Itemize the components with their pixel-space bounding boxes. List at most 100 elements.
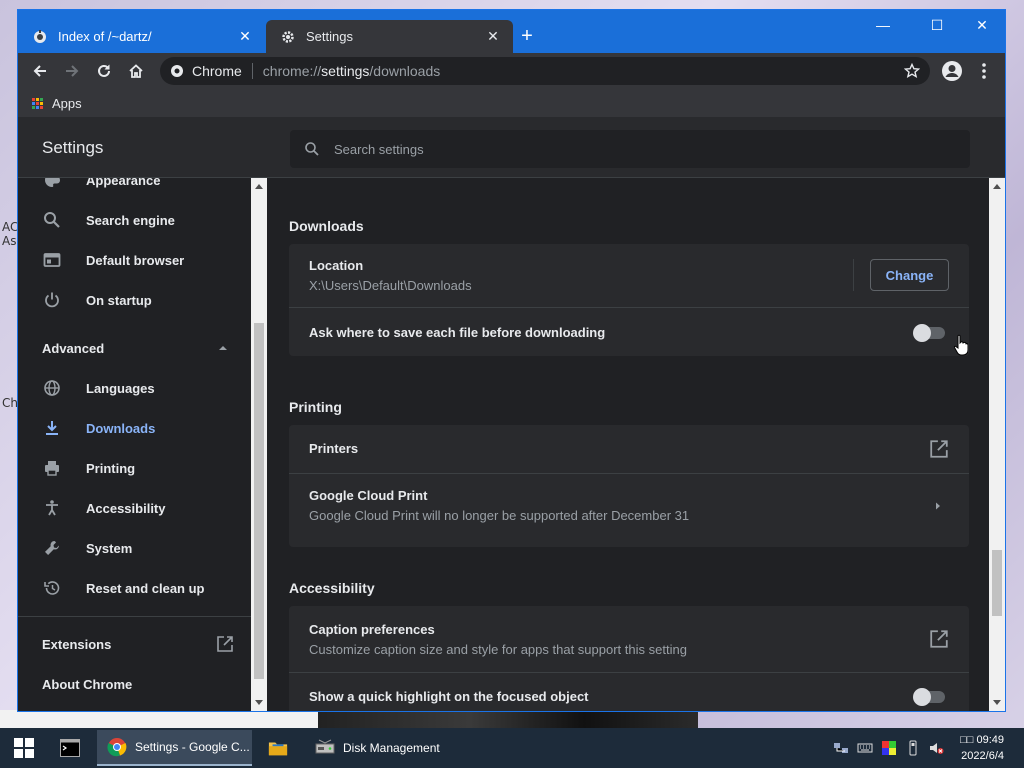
url-host: settings (321, 63, 370, 79)
scroll-thumb[interactable] (992, 550, 1002, 616)
reload-icon (98, 64, 110, 77)
sidebar-item-appearance[interactable]: Appearance (18, 178, 251, 200)
url-text: chrome://settings/downloads (263, 63, 440, 79)
sidebar-item-label: Accessibility (86, 500, 166, 516)
favicon-icon (32, 29, 48, 45)
volume-muted-icon[interactable] (928, 740, 944, 756)
caption-title: Caption preferences (309, 622, 435, 637)
forward-arrow-icon (66, 65, 79, 77)
minimize-button[interactable]: — (860, 10, 906, 40)
ask-where-label: Ask where to save each file before downl… (309, 325, 606, 340)
caret-up-icon (219, 346, 227, 350)
sidebar-item-on-startup[interactable]: On startup (18, 280, 251, 320)
ask-where-row[interactable]: Ask where to save each file before downl… (289, 307, 969, 356)
search-icon (305, 142, 319, 156)
usb-device-icon[interactable] (905, 740, 921, 756)
sidebar-divider (18, 616, 251, 617)
forward-button[interactable] (58, 57, 86, 85)
sidebar-item-downloads[interactable]: Downloads (18, 408, 251, 448)
location-row: Location X:\Users\Default\Downloads Chan… (289, 244, 969, 307)
sidebar-item-languages[interactable]: Languages (18, 368, 251, 408)
clock-date: 2022/6/4 (961, 750, 1004, 762)
scroll-thumb[interactable] (254, 323, 264, 679)
tab-close-icon[interactable]: ✕ (237, 28, 253, 45)
tab-settings[interactable]: Settings ✕ (266, 20, 513, 53)
profile-button[interactable] (938, 57, 966, 85)
scroll-up-arrow-icon[interactable] (255, 184, 263, 189)
sidebar-item-label: Search engine (86, 212, 175, 228)
sidebar-item-extensions[interactable]: Extensions (18, 624, 251, 664)
scroll-up-arrow-icon[interactable] (993, 184, 1001, 189)
sidebar-advanced-toggle[interactable]: Advanced (18, 328, 251, 368)
site-chip[interactable]: Chrome (160, 63, 242, 79)
taskbar-app-chrome[interactable]: Settings - Google C... (97, 730, 252, 766)
highlight-row[interactable]: Show a quick highlight on the focused ob… (289, 672, 969, 711)
sidebar-item-search-engine[interactable]: Search engine (18, 200, 251, 240)
section-title-printing: Printing (289, 399, 342, 415)
cloud-print-row[interactable]: Google Cloud Print Google Cloud Print wi… (289, 473, 969, 537)
sidebar-item-accessibility[interactable]: Accessibility (18, 488, 251, 528)
ask-where-toggle[interactable] (913, 324, 945, 342)
system-clock[interactable]: □□ 09:49 2022/6/4 (950, 732, 1020, 764)
settings-header: Settings (18, 117, 1005, 178)
section-title-downloads: Downloads (289, 218, 364, 234)
bookmark-apps[interactable]: Apps (52, 96, 82, 111)
back-button[interactable] (26, 57, 54, 85)
taskbar-app-label: Settings - Google C... (135, 740, 250, 754)
external-link-icon[interactable] (929, 629, 949, 649)
tab-index-dartz[interactable]: Index of /~dartz/ ✕ (18, 20, 265, 53)
sidebar-item-about[interactable]: About Chrome (18, 664, 251, 704)
sidebar-item-label: Downloads (86, 420, 156, 436)
download-icon (42, 418, 62, 438)
apps-grid-icon (32, 97, 43, 109)
main-scrollbar[interactable] (989, 178, 1005, 711)
keyboard-icon[interactable] (857, 740, 873, 756)
printers-row[interactable]: Printers (289, 425, 969, 473)
address-bar[interactable]: Chrome chrome://settings/downloads (160, 57, 930, 85)
sidebar-item-label: On startup (86, 292, 152, 308)
sidebar-item-printing[interactable]: Printing (18, 448, 251, 488)
color-display-icon[interactable] (881, 740, 897, 756)
sidebar-item-reset[interactable]: Reset and clean up (18, 568, 251, 608)
search-icon (42, 210, 62, 230)
sidebar-item-label: About Chrome (42, 676, 133, 692)
menu-button[interactable] (970, 57, 998, 85)
site-chip-label: Chrome (192, 63, 242, 79)
desktop-text: AC (2, 220, 19, 234)
highlight-toggle[interactable] (913, 688, 945, 706)
search-box[interactable] (290, 130, 970, 168)
location-path: X:\Users\Default\Downloads (309, 278, 472, 293)
taskbar-app-terminal[interactable] (50, 730, 94, 766)
sidebar-item-label: Reset and clean up (86, 580, 205, 596)
globe-icon (42, 378, 62, 398)
toggle-knob (913, 688, 931, 706)
reload-button[interactable] (90, 57, 118, 85)
advanced-label: Advanced (42, 340, 105, 356)
profile-avatar-icon (942, 61, 962, 81)
maximize-button[interactable]: ☐ (914, 10, 960, 40)
taskbar-app-disk-management[interactable]: Disk Management (305, 730, 460, 766)
taskbar-app-explorer[interactable] (258, 730, 302, 766)
network-icon[interactable] (833, 740, 849, 756)
close-window-button[interactable]: ✕ (959, 10, 1005, 40)
new-tab-button[interactable]: + (516, 25, 538, 47)
sidebar-item-default-browser[interactable]: Default browser (18, 240, 251, 280)
sidebar-item-system[interactable]: System (18, 528, 251, 568)
change-location-button[interactable]: Change (870, 259, 949, 291)
scroll-down-arrow-icon[interactable] (255, 700, 263, 705)
tab-title: Index of /~dartz/ (58, 29, 152, 44)
desktop-wallpaper-photo (318, 710, 698, 728)
chevron-right-icon[interactable] (933, 501, 943, 511)
caption-row[interactable]: Caption preferences Customize caption si… (289, 606, 969, 672)
tab-close-icon[interactable]: ✕ (485, 28, 501, 45)
sidebar-item-label: Appearance (86, 178, 161, 188)
home-button[interactable] (122, 57, 150, 85)
disk-icon (315, 738, 335, 758)
start-button[interactable] (6, 734, 42, 762)
bookmark-star-icon[interactable] (904, 63, 920, 79)
sidebar-scrollbar[interactable] (251, 178, 267, 711)
external-link-icon[interactable] (929, 439, 949, 459)
search-input[interactable] (334, 141, 934, 157)
scroll-down-arrow-icon[interactable] (993, 700, 1001, 705)
printers-label: Printers (309, 441, 359, 456)
